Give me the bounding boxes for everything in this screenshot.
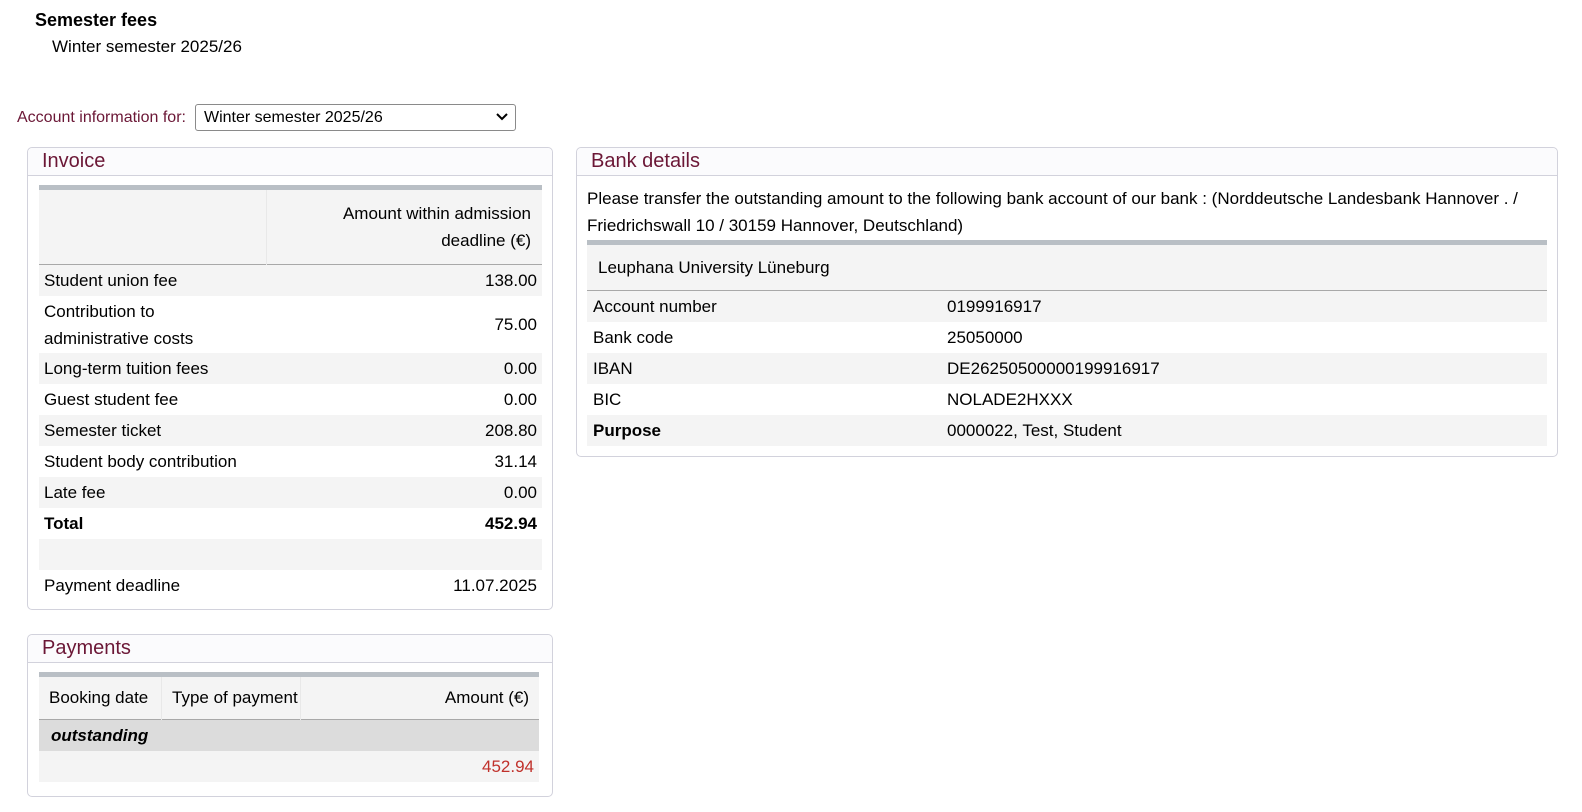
- bank-row-value: 25050000: [947, 327, 1023, 347]
- invoice-header-blank: [39, 188, 267, 265]
- invoice-row-value: 0.00: [503, 358, 537, 378]
- invoice-total-value: 452.94: [485, 513, 537, 533]
- outstanding-amount: 452.94: [39, 751, 539, 782]
- invoice-row: Semester ticket 208.80: [39, 415, 542, 446]
- col-amount: Amount (€): [300, 674, 539, 720]
- invoice-header-row: Amount within admission deadline (€): [39, 187, 542, 265]
- bank-row: Bank code 25050000: [587, 322, 1547, 353]
- semester-select-value: Winter semester 2025/26: [203, 109, 383, 126]
- invoice-row: Guest student fee 0.00: [39, 384, 542, 415]
- outstanding-amount-row: 452.94: [39, 751, 539, 782]
- account-selector-row: Account information for: Winter semester…: [17, 104, 516, 131]
- bank-row-value: 0199916917: [947, 296, 1042, 316]
- bank-row-label: Account number: [593, 296, 717, 316]
- invoice-row-value: 31.14: [494, 451, 537, 471]
- invoice-row: Late fee 0.00: [39, 477, 542, 508]
- invoice-row-label: Student body contribution: [44, 452, 237, 471]
- payment-deadline-value: 11.07.2025: [453, 575, 537, 595]
- col-type-of-payment: Type of payment: [161, 674, 301, 720]
- bank-row-label: BIC: [593, 389, 622, 409]
- invoice-row-label: Student union fee: [44, 271, 178, 290]
- invoice-deadline-row: Payment deadline 11.07.2025: [39, 570, 542, 601]
- invoice-row: Long-term tuition fees 0.00: [39, 353, 542, 384]
- payments-panel: Payments Booking date Type of payment Am…: [27, 634, 553, 797]
- outstanding-label: outstanding: [39, 719, 539, 751]
- bank-details-panel: Bank details Please transfer the outstan…: [576, 147, 1558, 457]
- bank-row: Purpose 0000022, Test, Student: [587, 415, 1547, 446]
- bank-row-value: 0000022, Test, Student: [947, 420, 1122, 440]
- invoice-row-label: Guest student fee: [44, 390, 179, 409]
- bank-row: BIC NOLADE2HXXX: [587, 384, 1547, 415]
- page-title: Semester fees: [35, 10, 158, 30]
- invoice-row-label: Semester ticket: [44, 421, 162, 440]
- bank-details-table: Leuphana University Lüneburg Account num…: [587, 240, 1547, 446]
- invoice-row: Student union fee 138.00: [39, 264, 542, 296]
- payments-header-row: Booking date Type of payment Amount (€): [39, 674, 539, 720]
- chevron-down-icon: [496, 113, 508, 121]
- invoice-total-row: Total 452.94: [39, 508, 542, 539]
- bank-recipient: Leuphana University Lüneburg: [598, 257, 830, 277]
- invoice-amount-header-line1: Amount within admission: [342, 204, 531, 223]
- invoice-amount-header: Amount within admission deadline (€): [266, 187, 542, 265]
- invoice-row: Student body contribution 31.14: [39, 446, 542, 477]
- invoice-spacer-cell: [39, 539, 267, 570]
- payments-title: Payments: [28, 635, 552, 663]
- invoice-row-value: 138.00: [485, 270, 537, 290]
- col-booking-date: Booking date: [49, 688, 149, 707]
- semester-select[interactable]: Winter semester 2025/26: [194, 104, 516, 131]
- bank-row: IBAN DE26250500000199916917: [587, 353, 1547, 384]
- bank-details-title: Bank details: [577, 148, 1557, 176]
- invoice-amount-header-line2: deadline (€): [441, 231, 531, 250]
- invoice-row-value: 0.00: [503, 389, 537, 409]
- payments-table: Booking date Type of payment Amount (€) …: [39, 672, 539, 782]
- invoice-row-label-line2: administrative costs: [44, 328, 194, 348]
- page-subtitle: Winter semester 2025/26: [52, 37, 242, 56]
- invoice-spacer-row: [39, 539, 542, 570]
- invoice-row-value: 75.00: [494, 314, 537, 334]
- bank-row-label: IBAN: [593, 358, 633, 378]
- bank-row-value: NOLADE2HXXX: [947, 389, 1073, 409]
- account-info-label: Account information for:: [17, 108, 186, 126]
- bank-row-label: Bank code: [593, 327, 674, 347]
- invoice-spacer-cell: [267, 539, 543, 570]
- invoice-row-label: Late fee: [44, 483, 106, 502]
- invoice-table: Amount within admission deadline (€) Stu…: [39, 185, 542, 601]
- invoice-row-label: Long-term tuition fees: [44, 359, 209, 378]
- invoice-panel: Invoice Amount within admission deadline…: [27, 147, 553, 610]
- invoice-row: Contribution to administrative costs 75.…: [39, 296, 542, 353]
- bank-intro-line1: Please transfer the outstanding amount t…: [587, 189, 1518, 208]
- bank-row: Account number 0199916917: [587, 290, 1547, 322]
- bank-row-value: DE26250500000199916917: [947, 358, 1160, 378]
- outstanding-row: outstanding: [39, 719, 539, 751]
- invoice-total-label: Total: [44, 514, 84, 533]
- bank-row-label: Purpose: [593, 420, 662, 440]
- bank-transfer-instructions: Please transfer the outstanding amount t…: [587, 185, 1557, 239]
- invoice-row-value: 208.80: [485, 420, 537, 440]
- invoice-title: Invoice: [28, 148, 552, 176]
- bank-header-row: Leuphana University Lüneburg: [587, 242, 1547, 291]
- payment-deadline-label: Payment deadline: [44, 576, 181, 595]
- invoice-row-value: 0.00: [503, 482, 537, 502]
- invoice-row-label-line1: Contribution to: [44, 301, 155, 321]
- bank-intro-line2: Friedrichswall 10 / 30159 Hannover, Deut…: [587, 216, 964, 235]
- invoice-row-label: Contribution to administrative costs: [39, 296, 267, 353]
